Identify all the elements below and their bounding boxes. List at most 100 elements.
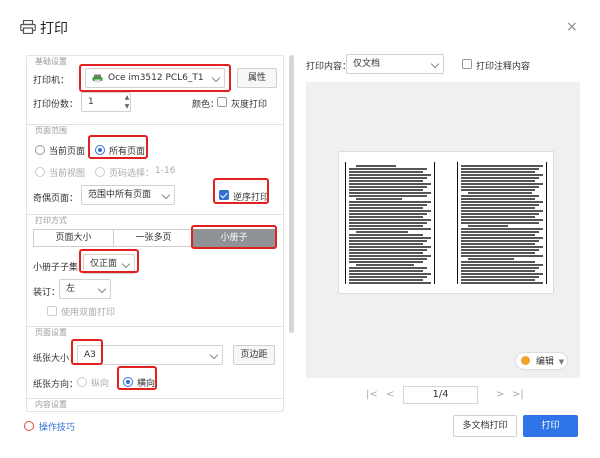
section-title: 内容设置 [35,399,67,410]
preview-text-line [349,201,431,203]
section-title: 基础设置 [35,56,67,67]
multi-document-print-button[interactable]: 多文档打印 [453,415,517,437]
print-content-label: 打印内容： [306,62,352,72]
preview-text-line [349,174,431,176]
copies-stepper[interactable]: ▲ ▼ [122,93,132,111]
page-select-input[interactable]: 1-16 [155,166,175,176]
preview-text-line [349,210,431,212]
preview-text-line [461,234,535,236]
printer-label: 打印机： [33,76,70,86]
grayscale-checkbox[interactable] [217,97,227,107]
preview-text-line [461,276,539,278]
preview-text-line [461,270,535,272]
preview-text-line [349,195,427,197]
preview-text-line [349,219,431,221]
preview-text-line [349,183,431,185]
preview-text-line [349,249,427,251]
dialog-title: 打印 [40,21,68,37]
radio-portrait[interactable] [77,377,87,387]
preview-text-line [356,231,408,233]
tab-multi-page[interactable]: 一张多页 [113,229,194,247]
close-icon[interactable]: × [566,20,578,34]
preview-text-line [349,252,423,254]
prev-page-icon[interactable]: < [386,389,394,400]
tab-page-size[interactable]: 页面大小 [33,229,114,247]
section-title: 打印方式 [35,215,67,226]
preview-text-line [349,243,423,245]
preview-text-line [461,174,543,176]
binding-value: 左 [66,284,76,294]
preview-text-line [468,192,532,194]
preview-text-line [349,216,423,218]
preview-text-line [461,240,539,242]
chevron-down-icon [209,350,219,360]
preview-text-line [461,228,543,230]
print-button[interactable]: 打印 [523,415,578,437]
preview-text-line [461,204,539,206]
stepper-up-icon[interactable]: ▲ [122,93,132,102]
radio-current-view[interactable] [35,167,45,177]
radio-page-select[interactable] [95,167,105,177]
chevron-down-icon [121,259,131,269]
settings-scrollbar[interactable] [289,55,294,333]
tips-link[interactable]: 操作技巧 [24,420,75,433]
preview-text-line [461,210,543,212]
all-pages-label: 所有页面 [109,147,146,157]
odd-even-label: 奇偶页面： [33,194,79,204]
chevron-down-icon [430,59,440,69]
preview-text-line [461,219,543,221]
properties-button[interactable]: 属性 [237,68,277,88]
preview-text-line [461,264,543,266]
preview-text-line [349,171,423,173]
print-content-select[interactable]: 仅文档 [346,54,444,74]
reverse-print-label: 逆序打印 [233,193,270,203]
margins-button[interactable]: 页边距 [233,345,275,365]
page-indicator[interactable]: 1/4 [403,386,478,404]
tab-booklet[interactable]: 小册子 [193,229,275,247]
paper-size-value: A3 [84,350,96,360]
reverse-print-checkbox[interactable] [219,190,229,200]
preview-text-line [349,246,431,248]
preview-text-line [349,222,427,224]
preview-text-line [349,204,427,206]
preview-text-line [461,207,535,209]
page-setup-section: 页面设置 纸张大小： A3 页边距 纸张方向： 纵向 横向 [27,326,283,398]
preview-text-line [349,261,423,263]
orientation-label: 纸张方向： [33,380,79,390]
paper-size-select[interactable]: A3 [77,345,223,365]
preview-text-line [349,267,427,269]
print-annotations-checkbox[interactable] [462,59,472,69]
next-page-icon[interactable]: > [496,389,504,400]
color-label: 颜色： [192,100,220,110]
preview-left-page [345,162,435,284]
preview-text-line [461,237,543,239]
printer-icon [20,20,36,34]
radio-current-page[interactable] [35,145,45,155]
grayscale-label: 灰度打印 [231,100,268,110]
duplex-label: 使用双面打印 [61,308,116,318]
preview-text-line [349,279,423,281]
preview-text-line [349,213,427,215]
binding-select[interactable]: 左 [59,279,111,299]
preview-text-line [461,267,539,269]
radio-all-pages[interactable] [95,145,105,155]
preview-text-line [461,180,535,182]
booklet-subset-select[interactable]: 仅正面 [83,254,135,274]
radio-landscape[interactable] [123,377,133,387]
last-page-icon[interactable]: >| [512,389,524,400]
preview-text-line [356,165,396,167]
preview-text-line [461,222,539,224]
preview-text-line [356,264,414,266]
edit-button[interactable]: 编辑 ▼ [515,352,568,370]
first-page-icon[interactable]: |< [366,389,378,400]
preview-text-line [349,228,431,230]
odd-even-select[interactable]: 范围中所有页面 [81,185,175,205]
duplex-checkbox[interactable] [47,306,57,316]
preview-text-line [461,183,543,185]
preview-text-line [461,201,543,203]
preview-text-line [349,192,431,194]
content-settings-section: 内容设置 [27,398,283,411]
preview-text-line [461,165,543,167]
stepper-down-icon[interactable]: ▼ [122,102,132,111]
printer-select[interactable]: Oce im3512 PCL6_T1 [85,68,225,88]
